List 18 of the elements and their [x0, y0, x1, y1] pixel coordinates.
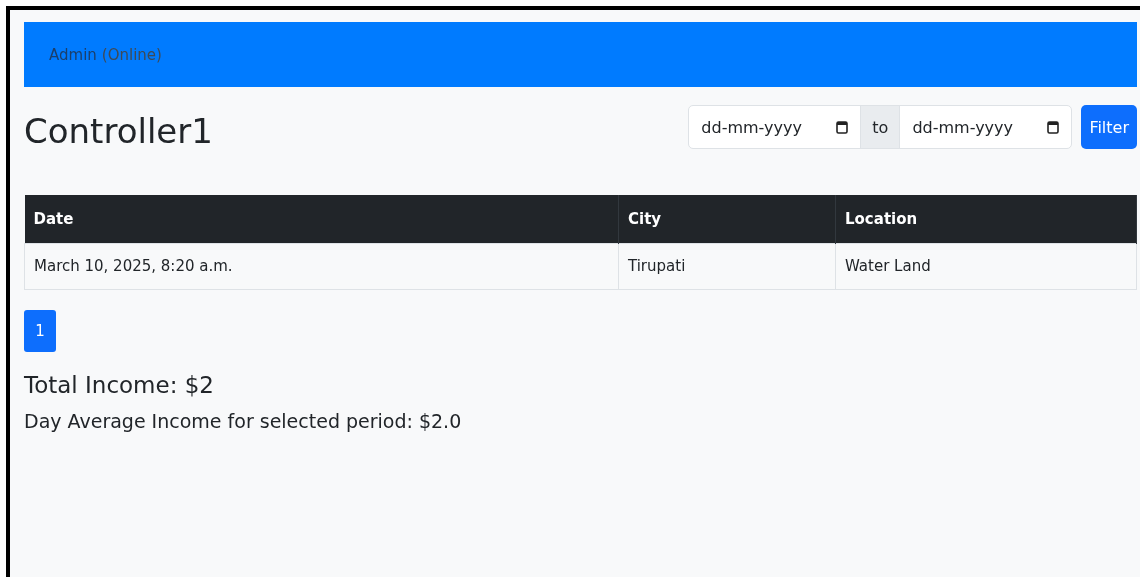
table-cell: March 10, 2025, 8:20 a.m. [24, 243, 619, 289]
table-cell: Water Land [835, 243, 1137, 289]
calendar-icon[interactable] [836, 120, 849, 134]
page-button[interactable]: 1 [24, 309, 56, 352]
page-title: Controller1 [24, 111, 213, 151]
calendar-icon[interactable] [1047, 120, 1060, 134]
separator-label: to [860, 106, 901, 148]
online-status: (Online) [101, 45, 162, 64]
day-average-income: Day Average Income for selected period: $2.0 [24, 409, 463, 432]
date-field[interactable]: dd-mm-yyyy [912, 117, 1038, 137]
date-field[interactable]: dd-mm-yyyy [701, 117, 827, 137]
table-cell: Tirupati [618, 243, 836, 289]
column-header: Date [24, 195, 619, 243]
column-header: City [618, 195, 836, 243]
total-income: Total Income: $2 [24, 371, 215, 398]
user-name: Admin [49, 45, 97, 64]
column-header: Location [835, 195, 1137, 243]
filter-button[interactable]: Filter [1081, 105, 1137, 149]
